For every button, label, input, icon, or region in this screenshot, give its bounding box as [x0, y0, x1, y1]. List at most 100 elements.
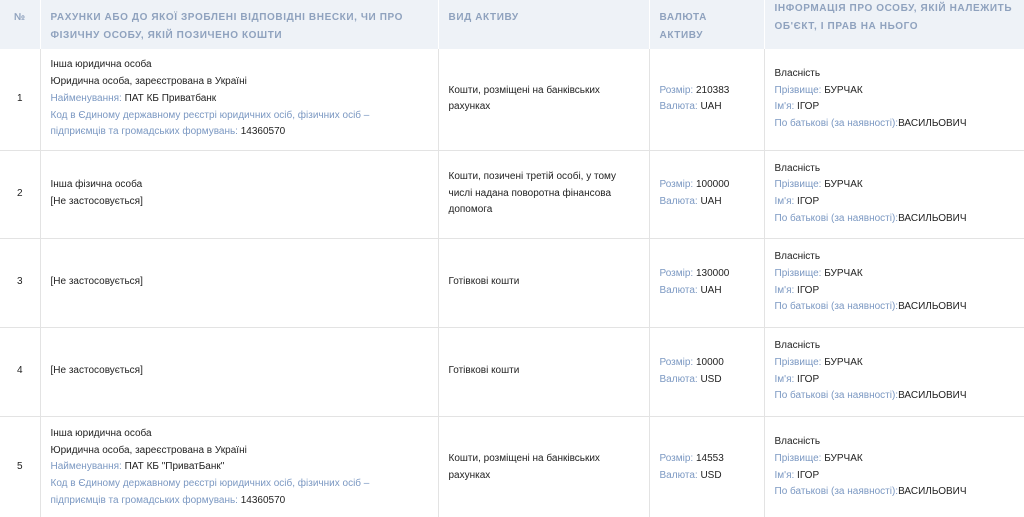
asset-type-cell: Готівкові кошти: [437, 237, 649, 327]
owner-firstname-line: Ім'я: ІГОР: [775, 468, 1024, 485]
owner-firstname: ІГОР: [797, 196, 820, 207]
recipient-cell: Інша юридична особа Юридична особа, заре…: [39, 415, 438, 517]
ownership-right: Власність: [774, 162, 821, 174]
asset-type-line: рахунках: [448, 101, 491, 113]
surname-label: Прізвище:: [774, 267, 825, 279]
entity-code-line: підприємців та громадських формувань: 14…: [51, 493, 428, 510]
table-row: 5 Інша юридична особа Юридична особа, за…: [0, 415, 1024, 517]
owner-surname-line: Прізвище: БУРЧАК: [775, 83, 1024, 100]
firstname-label: Ім'я:: [774, 101, 798, 113]
size-label: Розмір:: [659, 84, 696, 96]
table-row: 2 Інша фізична особа [Не застосовується]…: [0, 149, 1024, 238]
owner-patronymic-line: По батькові (за наявності):ВАСИЛЬОВИЧ: [775, 388, 1024, 405]
entity-code: 14360570: [240, 494, 286, 506]
entity-type: [Не застосовується]: [50, 365, 143, 377]
recipient-cell: [Не застосовується]: [39, 326, 438, 416]
patronymic-label: По батькові (за наявності):: [774, 212, 899, 224]
code-label-line1: Код в Єдиному державному реєстрі юридичн…: [50, 109, 370, 121]
currency-label: Валюта:: [659, 196, 701, 207]
currency-cell: Розмір: 10000 Валюта: USD: [648, 326, 764, 416]
entity-subtype: Юридична особа, зареєстрована в Україні: [50, 76, 247, 88]
table-header: № РАХУНКИ АБО ДО ЯКОЇ ЗРОБЛЕНІ ВІДПОВІДН…: [0, 0, 1024, 49]
row-number: 5: [0, 415, 40, 517]
asset-type-line: допомога: [448, 204, 493, 216]
surname-label: Прізвище:: [774, 356, 825, 368]
owner-patronymic: ВАСИЛЬОВИЧ: [898, 301, 967, 313]
currency-cell: Розмір: 210383 Валюта: UAH: [648, 49, 764, 150]
patronymic-label: По батькові (за наявності):: [774, 486, 899, 498]
firstname-label: Ім'я:: [774, 373, 798, 385]
size-line: Розмір: 130000: [660, 266, 754, 283]
asset-type-cell: Кошти, позичені третій особі, у тому чис…: [437, 149, 649, 238]
owner-patronymic: ВАСИЛЬОВИЧ: [898, 390, 967, 402]
owner-firstname: ІГОР: [797, 284, 820, 296]
code-label-line2: підприємців та громадських формувань:: [50, 126, 241, 138]
owner-patronymic: ВАСИЛЬОВИЧ: [898, 212, 967, 224]
firstname-label: Ім'я:: [774, 284, 798, 296]
asset-type-line: Кошти, розміщені на банківських: [448, 453, 600, 465]
entity-name: ПАТ КБ "ПриватБанк": [124, 461, 225, 473]
owner-cell: Власність Прізвище: БУРЧАК Ім'я: ІГОР По…: [763, 326, 1024, 416]
size-value: 210383: [695, 84, 730, 96]
size-value: 100000: [695, 179, 730, 191]
size-line: Розмір: 14553: [660, 451, 754, 468]
currency-value: USD: [700, 469, 722, 481]
owner-surname: БУРЧАК: [824, 84, 863, 96]
size-value: 10000: [695, 356, 724, 368]
currency-label: Валюта:: [659, 284, 701, 296]
currency-line: Валюта: USD: [660, 468, 754, 485]
size-line: Розмір: 210383: [660, 83, 754, 100]
asset-type-cell: Кошти, розміщені на банківських рахунках: [437, 415, 649, 517]
currency-label: Валюта:: [659, 101, 701, 113]
firstname-label: Ім'я:: [774, 469, 798, 481]
owner-firstname-line: Ім'я: ІГОР: [775, 99, 1024, 116]
surname-label: Прізвище:: [774, 84, 825, 96]
surname-label: Прізвище:: [774, 179, 825, 191]
entity-name-line: Найменування: ПАТ КБ Приватбанк: [51, 91, 428, 108]
owner-surname-line: Прізвище: БУРЧАК: [775, 177, 1024, 194]
currency-cell: Розмір: 130000 Валюта: UAH: [648, 237, 764, 327]
currency-cell: Розмір: 14553 Валюта: USD: [648, 415, 764, 517]
asset-type-cell: Кошти, розміщені на банківських рахунках: [437, 49, 649, 150]
size-label: Розмір:: [659, 267, 696, 279]
entity-type: [Не застосовується]: [50, 276, 143, 288]
currency-label: Валюта:: [659, 373, 701, 385]
ownership-right: Власність: [774, 436, 821, 448]
owner-surname-line: Прізвище: БУРЧАК: [775, 355, 1024, 372]
owner-surname-line: Прізвище: БУРЧАК: [775, 451, 1024, 468]
asset-type-line: Кошти, розміщені на банківських: [448, 84, 600, 96]
asset-type-line: Готівкові кошти: [448, 365, 520, 377]
recipient-cell: Інша юридична особа Юридична особа, заре…: [39, 49, 438, 150]
header-num: №: [0, 0, 41, 49]
header-asset-type: ВИД АКТИВУ: [438, 0, 650, 49]
asset-type-line: Кошти, позичені третій особі, у тому: [448, 170, 617, 182]
currency-line: Валюта: UAH: [660, 99, 754, 116]
entity-subtype: Юридична особа, зареєстрована в Україні: [50, 444, 247, 456]
owner-surname: БУРЧАК: [824, 267, 863, 279]
owner-patronymic-line: По батькові (за наявності):ВАСИЛЬОВИЧ: [775, 299, 1024, 316]
recipient-cell: Інша фізична особа [Не застосовується]: [39, 149, 438, 238]
owner-firstname: ІГОР: [797, 373, 820, 385]
size-line: Розмір: 100000: [660, 177, 754, 194]
header-owner: ІНФОРМАЦІЯ ПРО ОСОБУ, ЯКІЙ НАЛЕЖИТЬ ОБ'Є…: [764, 0, 1024, 49]
size-label: Розмір:: [659, 356, 696, 368]
entity-code-line: підприємців та громадських формувань: 14…: [51, 124, 428, 141]
currency-value: USD: [700, 373, 722, 385]
patronymic-label: По батькові (за наявності):: [774, 390, 899, 402]
ownership-right: Власність: [774, 340, 821, 352]
owner-patronymic: ВАСИЛЬОВИЧ: [898, 117, 967, 129]
row-number: 3: [0, 237, 40, 327]
currency-value: UAH: [700, 101, 722, 113]
size-label: Розмір:: [659, 179, 696, 191]
entity-type: Інша юридична особа: [50, 427, 152, 439]
currency-value: UAH: [700, 196, 722, 207]
table-row: 1 Інша юридична особа Юридична особа, за…: [0, 49, 1024, 150]
table-row: 3 [Не застосовується] Готівкові кошти Ро…: [0, 237, 1024, 327]
owner-surname: БУРЧАК: [824, 179, 863, 191]
size-label: Розмір:: [659, 453, 696, 465]
asset-type-line: Готівкові кошти: [448, 276, 520, 288]
ownership-right: Власність: [774, 67, 821, 79]
owner-cell: Власність Прізвище: БУРЧАК Ім'я: ІГОР По…: [763, 415, 1024, 517]
entity-type: Інша фізична особа: [50, 179, 143, 191]
owner-firstname: ІГОР: [797, 101, 820, 113]
